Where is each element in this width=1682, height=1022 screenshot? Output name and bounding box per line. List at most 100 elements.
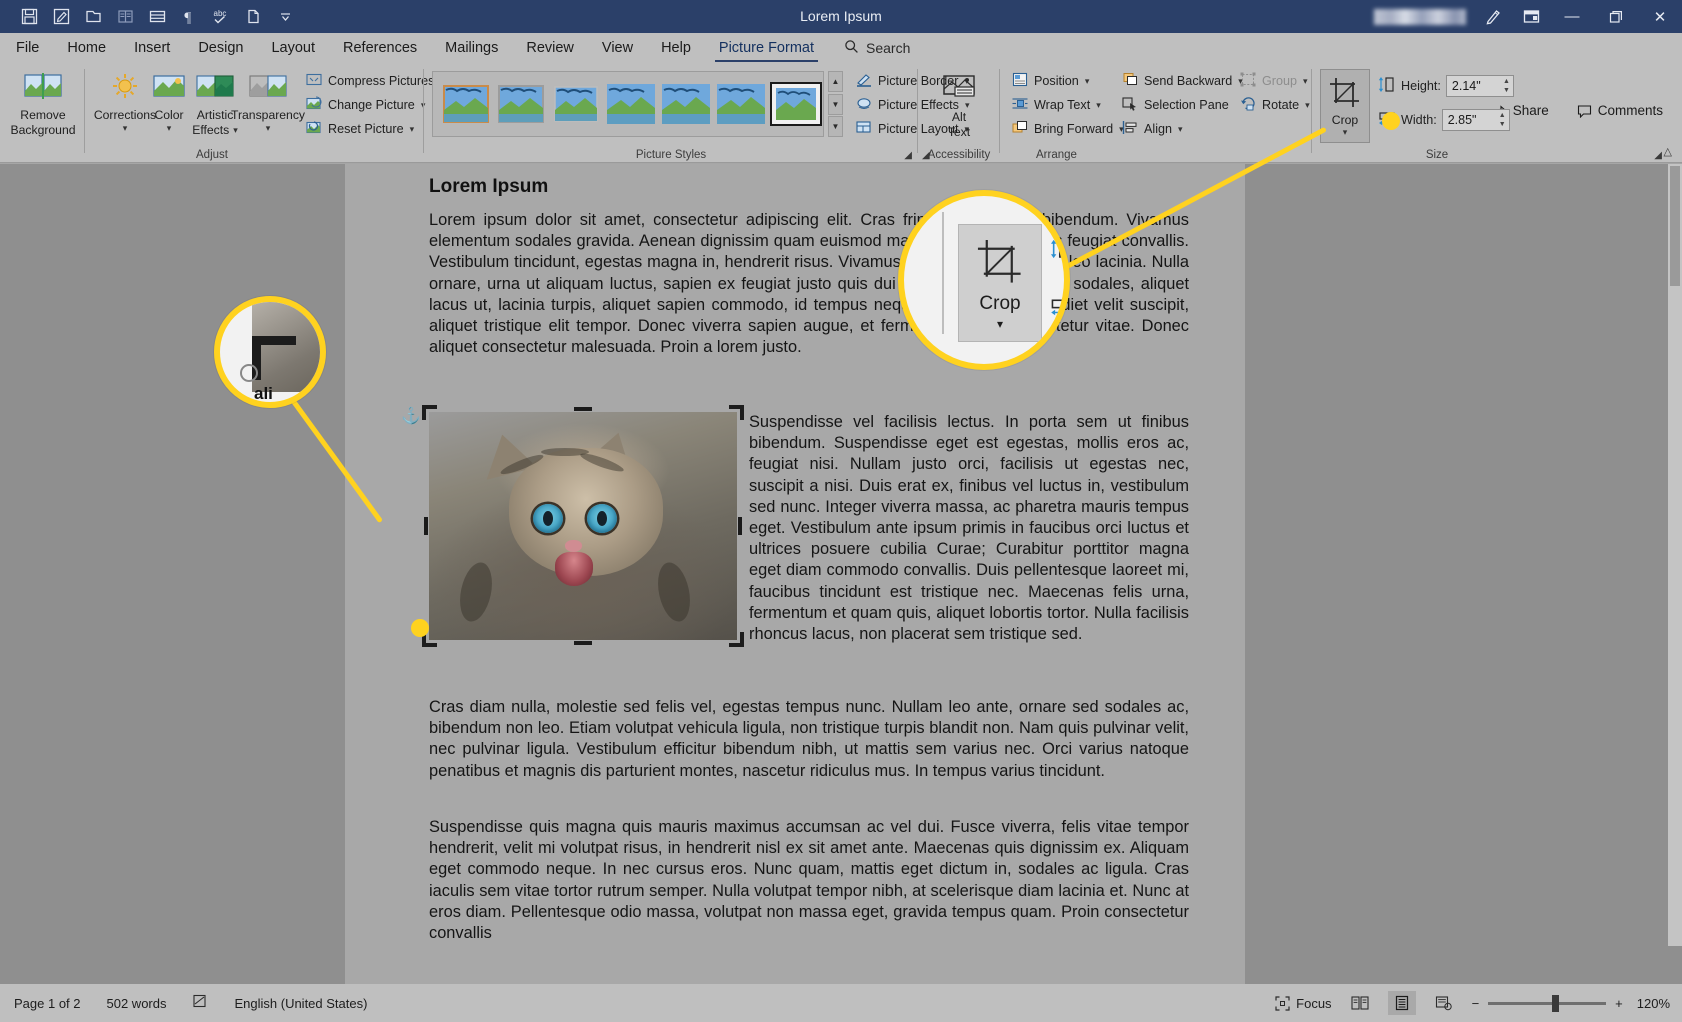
tab-insert[interactable]: Insert <box>120 33 184 63</box>
spelling-icon[interactable]: abc <box>206 4 236 30</box>
compress-pictures-button[interactable]: Compress Pictures <box>302 69 438 93</box>
tab-help[interactable]: Help <box>647 33 705 63</box>
search-box[interactable]: Search <box>844 39 910 57</box>
focus-button[interactable]: Focus <box>1275 996 1332 1011</box>
group-label-adjust: Adjust <box>196 149 228 161</box>
picture-style-thumb[interactable] <box>552 84 600 124</box>
magnified-chevron-down-icon[interactable]: ▾ <box>997 317 1003 331</box>
close-button[interactable]: ✕ <box>1638 0 1682 33</box>
gallery-scroll-down-button[interactable]: ▼ <box>828 93 843 115</box>
restore-button[interactable] <box>1594 0 1638 33</box>
collapse-ribbon-button[interactable]: △ <box>1664 145 1672 158</box>
align-button[interactable]: Align ▾ <box>1118 117 1247 141</box>
tab-picture-format[interactable]: Picture Format <box>705 33 828 63</box>
chevron-down-icon[interactable]: ▾ <box>1085 76 1090 87</box>
rotate-button[interactable]: Rotate ▾ <box>1236 93 1314 117</box>
chevron-down-icon[interactable]: ▾ <box>1343 127 1348 138</box>
position-button[interactable]: Position ▾ <box>1008 69 1128 93</box>
zoom-thumb[interactable] <box>1552 994 1560 1012</box>
zoom-track[interactable] <box>1488 994 1607 1012</box>
crop-button[interactable]: Crop ▾ <box>1320 69 1370 143</box>
tab-file[interactable]: File <box>0 33 53 63</box>
magnified-crop-button[interactable]: Crop ▾ <box>958 224 1042 342</box>
gallery-scroll-up-button[interactable]: ▲ <box>828 71 843 92</box>
width-stepper[interactable]: ▲ ▼ <box>1499 111 1506 129</box>
open-icon[interactable] <box>78 4 108 30</box>
tab-home[interactable]: Home <box>53 33 120 63</box>
tab-design[interactable]: Design <box>184 33 257 63</box>
chevron-down-icon[interactable]: ▾ <box>123 123 128 134</box>
crop-handle-left[interactable] <box>424 517 428 535</box>
zoom-out-button[interactable]: − <box>1472 996 1480 1011</box>
table-icon[interactable] <box>142 4 172 30</box>
pilcrow-icon[interactable]: ¶ <box>174 4 204 30</box>
tab-mailings[interactable]: Mailings <box>431 33 512 63</box>
picture-style-thumb[interactable] <box>662 84 710 124</box>
proofing-errors-icon[interactable] <box>192 994 208 1012</box>
accessibility-dialog-launcher[interactable]: ◢ <box>922 150 930 161</box>
picture-style-thumb[interactable] <box>717 84 765 124</box>
height-input[interactable]: 2.14" ▲ ▼ <box>1445 75 1514 97</box>
reset-picture-button[interactable]: Reset Picture ▾ <box>302 117 438 141</box>
picture-style-thumb[interactable] <box>497 84 545 124</box>
chevron-down-icon[interactable]: ▾ <box>1096 100 1101 111</box>
size-dialog-launcher[interactable]: ◢ <box>1654 150 1662 161</box>
vertical-scrollbar[interactable] <box>1668 164 1682 946</box>
picture-styles-gallery[interactable] <box>432 71 824 137</box>
picture-height-field[interactable]: Height: 2.14" ▲ ▼ <box>1378 73 1514 99</box>
width-input[interactable]: 2.85" ▲ ▼ <box>1441 109 1510 131</box>
word-count[interactable]: 502 words <box>107 996 167 1011</box>
tab-layout[interactable]: Layout <box>257 33 329 63</box>
chevron-down-icon[interactable]: ▾ <box>167 123 172 134</box>
print-layout-icon[interactable] <box>1387 991 1416 1015</box>
language-indicator[interactable]: English (United States) <box>234 996 367 1011</box>
transparency-button[interactable]: Transparency ▾ <box>231 67 305 134</box>
crop-handle-top-right[interactable] <box>729 405 744 420</box>
kitten-photo[interactable] <box>429 412 737 640</box>
gallery-scroll-controls[interactable]: ▲ ▼ ▼ <box>828 71 843 137</box>
crop-handle-top-left[interactable] <box>422 405 437 420</box>
chevron-down-icon[interactable]: ▾ <box>266 123 271 134</box>
artistic-effects-label-1: Artistic <box>196 108 234 123</box>
remove-background-button[interactable]: Remove Background <box>10 67 76 137</box>
read-mode-icon[interactable] <box>1346 991 1374 1015</box>
crop-handle-top[interactable] <box>574 407 592 411</box>
customize-qat-icon[interactable] <box>270 4 300 30</box>
gallery-more-button[interactable]: ▼ <box>828 116 843 137</box>
pen-ink-icon[interactable] <box>1474 0 1512 33</box>
selected-picture[interactable]: ⚓ <box>401 405 744 647</box>
zoom-in-button[interactable]: + <box>1615 996 1623 1011</box>
wrap-text-button[interactable]: Wrap Text ▾ <box>1008 93 1128 117</box>
crop-handle-right[interactable] <box>738 517 742 535</box>
crop-handle-bottom[interactable] <box>574 641 592 645</box>
tab-references[interactable]: References <box>329 33 431 63</box>
columns-icon[interactable] <box>110 4 140 30</box>
picture-style-thumb[interactable] <box>607 84 655 124</box>
minimize-button[interactable]: — <box>1550 0 1594 33</box>
picture-styles-dialog-launcher[interactable]: ◢ <box>904 150 912 161</box>
bring-forward-button[interactable]: Bring Forward ▾ <box>1008 117 1128 141</box>
save-icon[interactable] <box>14 4 44 30</box>
tab-review[interactable]: Review <box>512 33 588 63</box>
chevron-down-icon[interactable]: ▾ <box>1305 100 1310 111</box>
height-stepper[interactable]: ▲ ▼ <box>1503 77 1510 95</box>
zoom-slider[interactable]: − + <box>1472 994 1623 1012</box>
chevron-down-icon[interactable]: ▾ <box>410 124 415 135</box>
picture-style-thumb[interactable] <box>442 84 490 124</box>
picture-style-thumb-selected[interactable] <box>770 82 822 126</box>
selection-pane-button[interactable]: Selection Pane <box>1118 93 1247 117</box>
alt-text-button[interactable]: Alt Text <box>932 69 986 139</box>
ribbon-display-options-icon[interactable] <box>1512 0 1550 33</box>
tab-view[interactable]: View <box>588 33 647 63</box>
new-doc-icon[interactable] <box>238 4 268 30</box>
change-picture-button[interactable]: Change Picture ▾ <box>302 93 438 117</box>
chevron-down-icon[interactable]: ▾ <box>1178 124 1183 135</box>
autosave-icon[interactable] <box>46 4 76 30</box>
document-page[interactable]: Lorem Ipsum Lorem ipsum dolor sit amet, … <box>345 164 1245 984</box>
send-backward-button[interactable]: Send Backward ▾ <box>1118 69 1247 93</box>
zoom-level[interactable]: 120% <box>1637 996 1670 1011</box>
web-layout-icon[interactable] <box>1430 991 1458 1015</box>
scrollbar-thumb[interactable] <box>1670 166 1680 286</box>
crop-handle-bottom-right[interactable] <box>729 632 744 647</box>
page-indicator[interactable]: Page 1 of 2 <box>14 996 81 1011</box>
